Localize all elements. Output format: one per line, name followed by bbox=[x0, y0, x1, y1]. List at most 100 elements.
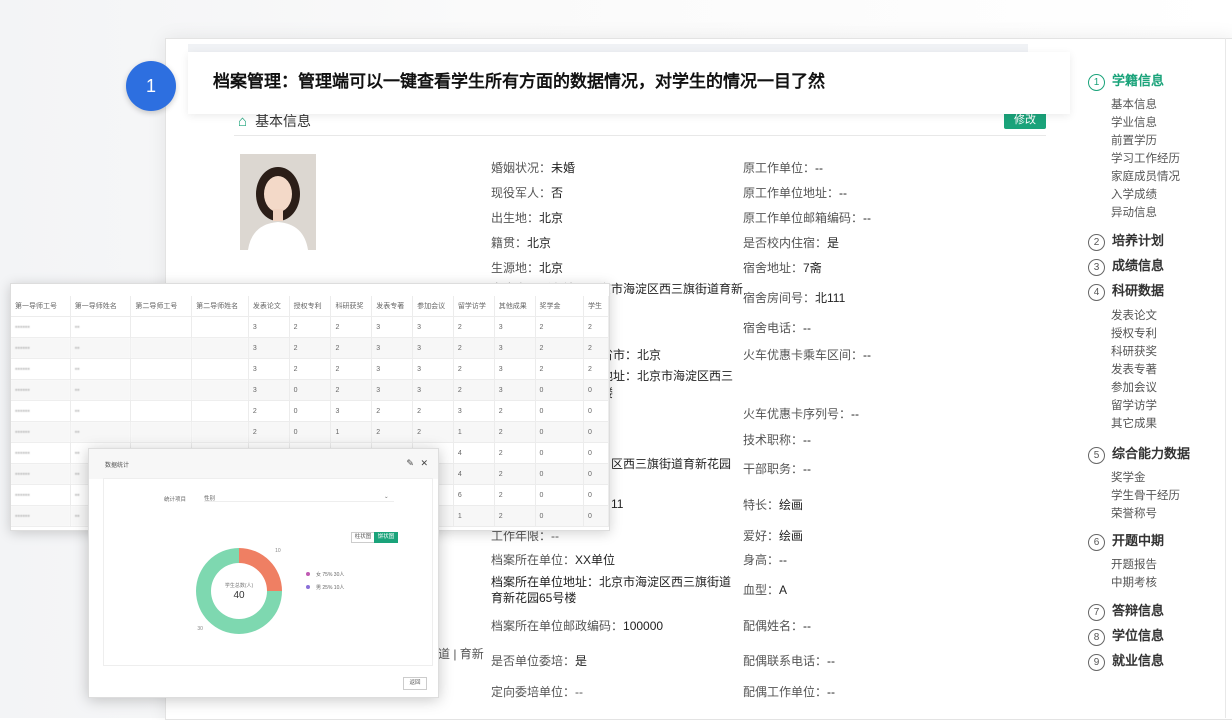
nav-item-basic-info[interactable]: 基本信息 bbox=[1111, 96, 1157, 112]
nav-item-student-leader[interactable]: 学生骨干经历 bbox=[1111, 487, 1180, 503]
table-cell: 2 bbox=[535, 316, 585, 338]
table-cell: 1 bbox=[330, 421, 373, 443]
nav-item-other-results[interactable]: 其它成果 bbox=[1111, 415, 1157, 431]
dorm-room: 宿舍房间号：北111 bbox=[743, 291, 846, 305]
table-row: ▪▪▪▪▪▪ ▪▪ 3 2 2 3 3 2 3 2 2 bbox=[11, 337, 609, 359]
province-city: 省市：北京 bbox=[601, 348, 662, 362]
table-cell: 3 bbox=[248, 379, 290, 401]
legend-dot bbox=[306, 572, 310, 576]
masked-cell: ▪▪ bbox=[70, 421, 132, 443]
address-fragment-3: 区西三旗街道育新花园 bbox=[611, 457, 732, 471]
circle-number-icon: 9 bbox=[1088, 654, 1105, 671]
table-row: ▪▪▪▪▪▪ ▪▪ 2 0 1 2 2 1 2 0 0 bbox=[11, 421, 609, 443]
donut-chart: 10 30 学生总数(人)40 女 75% 30人男 25% 10人 bbox=[196, 548, 344, 634]
col-header: 参加会议 bbox=[412, 296, 454, 317]
nav-group-training-plan[interactable]: 2 培养计划 bbox=[1088, 230, 1164, 251]
nav-item-family[interactable]: 家庭成员情况 bbox=[1111, 168, 1180, 184]
nav-group-ability[interactable]: 5 综合能力数据 bbox=[1088, 443, 1190, 464]
nav-item-awards[interactable]: 科研获奖 bbox=[1111, 343, 1157, 359]
nav-group-defense[interactable]: 7 答辩信息 bbox=[1088, 600, 1164, 621]
nav-item-conferences[interactable]: 参加会议 bbox=[1111, 379, 1157, 395]
nav-group-enrollment[interactable]: 1 学籍信息 bbox=[1088, 70, 1164, 91]
dorm-phone: 宿舍电话：-- bbox=[743, 321, 812, 335]
table-cell: 2 bbox=[371, 421, 414, 443]
nav-item-academic-info[interactable]: 学业信息 bbox=[1111, 114, 1157, 130]
col-header: 科研获奖 bbox=[330, 296, 373, 317]
masked-cell: ▪▪▪▪▪▪ bbox=[11, 484, 71, 506]
nav-group-proposal[interactable]: 6 开题中期 bbox=[1088, 530, 1164, 551]
table-cell: 4 bbox=[453, 463, 495, 485]
dialog-title: 数据统计 bbox=[105, 463, 130, 469]
student-photo bbox=[240, 154, 316, 250]
masked-cell: ▪▪ bbox=[70, 400, 132, 422]
legend-entry: 女 75% 30人 bbox=[316, 571, 344, 578]
masked-cell bbox=[130, 400, 193, 422]
col-header: 其他成果 bbox=[494, 296, 536, 317]
table-cell: 0 bbox=[535, 421, 585, 443]
close-icon[interactable]: ✕ bbox=[420, 458, 428, 468]
height: 身高：-- bbox=[743, 553, 788, 567]
step-badge: 1 bbox=[126, 61, 176, 111]
edit-button[interactable]: 修改 bbox=[1004, 112, 1046, 129]
masked-cell bbox=[130, 421, 193, 443]
nav-item-monographs[interactable]: 发表专著 bbox=[1111, 361, 1157, 377]
table-cell: 2 bbox=[371, 400, 414, 422]
table-cell: 2 bbox=[494, 421, 536, 443]
table-cell: 2 bbox=[453, 379, 495, 401]
table-cell: 2 bbox=[289, 316, 332, 338]
orig-work-address: 原工作单位地址：-- bbox=[743, 186, 848, 200]
nav-group-employment[interactable]: 9 就业信息 bbox=[1088, 650, 1164, 671]
masked-cell bbox=[191, 358, 249, 380]
pin-icon[interactable]: ✎ bbox=[406, 458, 414, 468]
masked-cell: ▪▪▪▪▪▪ bbox=[11, 463, 71, 485]
table-cell: 0 bbox=[535, 442, 585, 464]
address-fragment: 地址：北京市海淀区西三 bbox=[601, 369, 734, 383]
table-row: ▪▪▪▪▪▪ ▪▪ 2 0 3 2 2 3 2 0 0 bbox=[11, 400, 609, 422]
circle-number-icon: 4 bbox=[1088, 284, 1105, 301]
col-header: 留学访学 bbox=[453, 296, 495, 317]
nav-item-honors[interactable]: 荣誉称号 bbox=[1111, 505, 1157, 521]
return-button[interactable]: 返回 bbox=[403, 677, 427, 690]
masked-cell: ▪▪ bbox=[70, 316, 132, 338]
nav-item-study-work[interactable]: 学习工作经历 bbox=[1111, 150, 1180, 166]
table-cell: 2 bbox=[535, 358, 585, 380]
statistics-panel: 统计项目 性别 ⌄ 柱状图 饼状图 10 30 学生总数(人) 40 女 75% 30人… bbox=[103, 478, 433, 666]
table-cell: 3 bbox=[412, 337, 454, 359]
birthplace: 出生地：北京 bbox=[491, 211, 564, 225]
table-cell: 0 bbox=[583, 484, 609, 506]
table-cell: 2 bbox=[330, 358, 373, 380]
nav-group-degree[interactable]: 8 学位信息 bbox=[1088, 625, 1164, 646]
table-cell: 2 bbox=[453, 337, 495, 359]
masked-cell bbox=[191, 400, 249, 422]
slice-outer-label: 30 bbox=[197, 626, 203, 632]
table-cell: 2 bbox=[494, 484, 536, 506]
nav-item-proposal-report[interactable]: 开题报告 bbox=[1111, 556, 1157, 572]
table-cell: 2 bbox=[453, 358, 495, 380]
hobby: 爱好：绘画 bbox=[743, 529, 804, 543]
nav-item-changes[interactable]: 异动信息 bbox=[1111, 204, 1157, 220]
nav-group-grades[interactable]: 3 成绩信息 bbox=[1088, 255, 1164, 276]
table-cell: 2 bbox=[453, 316, 495, 338]
table-cell: 1 bbox=[453, 421, 495, 443]
table-cell: 3 bbox=[371, 337, 414, 359]
table-cell: 3 bbox=[371, 379, 414, 401]
nav-item-patents[interactable]: 授权专利 bbox=[1111, 325, 1157, 341]
nav-item-midterm[interactable]: 中期考核 bbox=[1111, 574, 1157, 590]
masked-cell: ▪▪▪▪▪▪ bbox=[11, 442, 71, 464]
nav-group-research[interactable]: 4 科研数据 bbox=[1088, 280, 1164, 301]
table-cell: 4 bbox=[453, 442, 495, 464]
nav-item-scholarship[interactable]: 奖学金 bbox=[1111, 469, 1146, 485]
spouse-name: 配偶姓名：-- bbox=[743, 619, 812, 633]
circle-number-icon: 1 bbox=[1088, 74, 1105, 91]
col-header: 发表专著 bbox=[371, 296, 414, 317]
nav-item-admission-score[interactable]: 入学成绩 bbox=[1111, 186, 1157, 202]
table-cell: 0 bbox=[535, 400, 585, 422]
table-cell: 2 bbox=[330, 316, 373, 338]
table-cell: 0 bbox=[583, 421, 609, 443]
table-cell: 0 bbox=[289, 421, 332, 443]
nav-item-study-abroad[interactable]: 留学访学 bbox=[1111, 397, 1157, 413]
specialty: 特长：绘画 bbox=[743, 498, 804, 512]
nav-item-prior-education[interactable]: 前置学历 bbox=[1111, 132, 1157, 148]
slice-outer-label: 10 bbox=[275, 548, 281, 554]
nav-item-papers[interactable]: 发表论文 bbox=[1111, 307, 1157, 323]
